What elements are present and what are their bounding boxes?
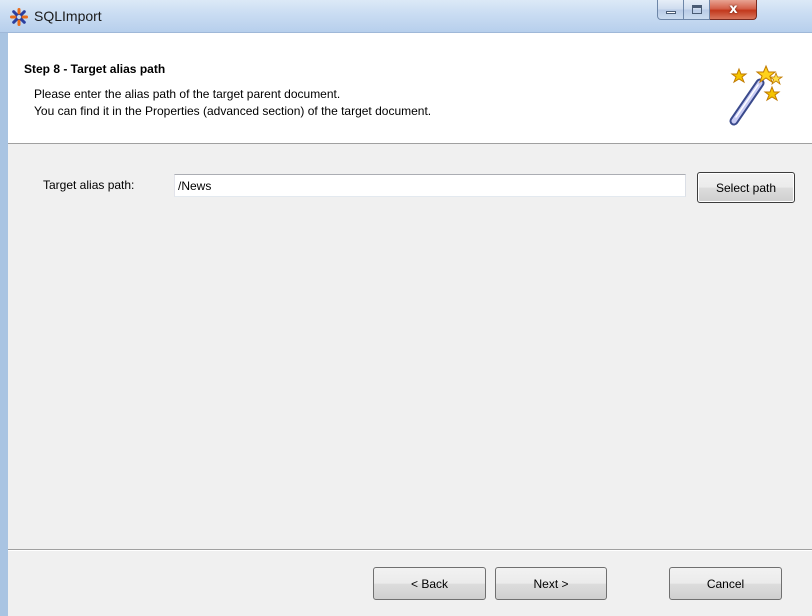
footer-divider — [8, 549, 812, 551]
step-description-line2: You can find it in the Properties (advan… — [34, 104, 432, 118]
wizard-dialog: Step 8 - Target alias path Please enter … — [8, 33, 812, 616]
minimize-icon — [666, 11, 676, 14]
step-title: Step 8 - Target alias path — [24, 62, 166, 76]
title-bar[interactable]: SQLImport x — [0, 0, 812, 33]
select-path-button[interactable]: Select path — [697, 172, 795, 203]
target-alias-path-input[interactable] — [174, 174, 686, 197]
window-title: SQLImport — [34, 8, 102, 24]
maximize-button[interactable] — [684, 0, 710, 20]
app-asterisk-icon — [10, 8, 28, 26]
caption-buttons: x — [657, 0, 757, 21]
magic-wand-icon — [724, 63, 786, 129]
close-icon: x — [729, 2, 738, 17]
maximize-icon — [692, 5, 702, 14]
next-button[interactable]: Next > — [495, 567, 607, 600]
wizard-header: Step 8 - Target alias path Please enter … — [8, 33, 812, 144]
target-alias-path-label: Target alias path: — [43, 178, 135, 192]
back-button[interactable]: < Back — [373, 567, 486, 600]
step-description-line1: Please enter the alias path of the targe… — [34, 87, 341, 101]
cancel-button[interactable]: Cancel — [669, 567, 782, 600]
app-window: SQLImport x Step 8 - Target alias path P… — [0, 0, 812, 616]
minimize-button[interactable] — [657, 0, 684, 20]
close-button[interactable]: x — [710, 0, 757, 20]
